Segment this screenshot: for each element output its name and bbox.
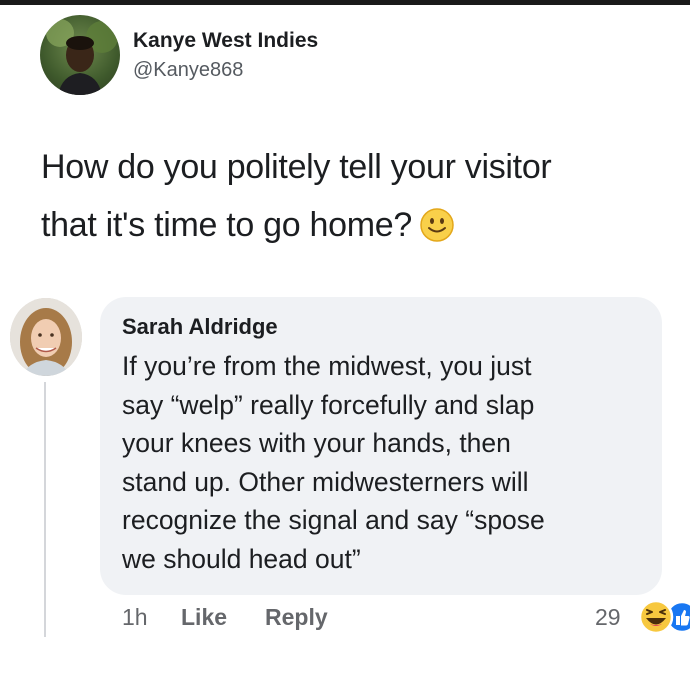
tweet-author-name[interactable]: Kanye West Indies bbox=[133, 29, 318, 53]
slightly-smiling-face-icon bbox=[420, 202, 454, 260]
tweet-text: How do you politely tell your visitor th… bbox=[41, 138, 681, 260]
comment-text-line: we should head out” bbox=[122, 543, 361, 574]
reaction-icons[interactable] bbox=[637, 597, 690, 637]
comment-timestamp[interactable]: 1h bbox=[122, 604, 148, 631]
tweet-text-line: that it's time to go home? bbox=[41, 196, 681, 260]
comment-author-name[interactable]: Sarah Aldridge bbox=[122, 314, 278, 340]
comment-text-line: your knees with your hands, then bbox=[122, 428, 511, 458]
tweet-text-line: How do you politely tell your visitor bbox=[41, 148, 552, 186]
reaction-count[interactable]: 29 bbox=[595, 604, 621, 631]
like-button[interactable]: Like bbox=[181, 604, 227, 631]
comment-text-line: recognize the signal and say “spose bbox=[122, 505, 545, 535]
comment-author-avatar[interactable] bbox=[10, 298, 82, 376]
comment-text-line: If you’re from the midwest, you just bbox=[122, 351, 532, 381]
tweet-author-avatar[interactable] bbox=[40, 15, 120, 95]
thread-line bbox=[44, 382, 46, 637]
reply-button[interactable]: Reply bbox=[265, 604, 328, 631]
tweet-author-handle[interactable]: @Kanye868 bbox=[133, 59, 243, 82]
haha-reaction-icon bbox=[638, 599, 674, 635]
comment-text-line: say “welp” really forcefully and slap bbox=[122, 389, 535, 420]
comment-text: If you’re from the midwest, you just say… bbox=[122, 347, 652, 578]
comment-text-line: stand up. Other midwesterners will bbox=[122, 466, 529, 497]
top-border bbox=[0, 0, 690, 5]
